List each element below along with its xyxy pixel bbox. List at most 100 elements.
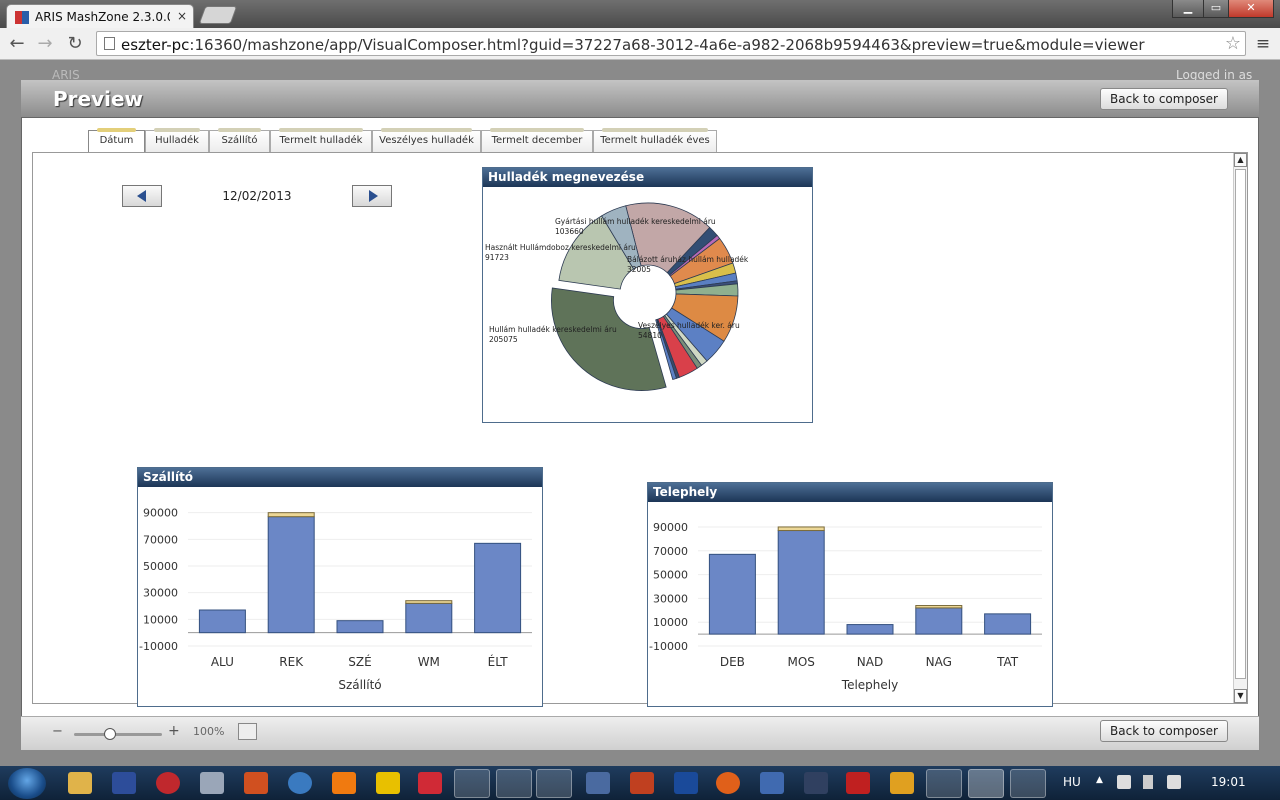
- tab-hulladek[interactable]: Hulladék: [145, 128, 209, 152]
- y-tick-label: 70000: [653, 545, 688, 558]
- ie-task[interactable]: [496, 769, 532, 798]
- tab-termelt-december[interactable]: Termelt december: [481, 128, 593, 152]
- bar[interactable]: [198, 609, 246, 634]
- y-tick-label: 50000: [143, 560, 178, 573]
- volume-icon[interactable]: [1143, 775, 1153, 789]
- bar-stack-segment[interactable]: [405, 600, 453, 604]
- y-tick-label: 10000: [143, 613, 178, 626]
- start-button[interactable]: [8, 768, 46, 799]
- bar-widget-telephely: Telephely 90000 70000 50000 30000 10000 -1000…: [647, 482, 1053, 707]
- x-tick-label: NAD: [857, 655, 883, 669]
- explorer-icon[interactable]: [68, 772, 92, 794]
- network-icon[interactable]: [1117, 775, 1131, 789]
- back-nav-icon[interactable]: ←: [6, 33, 28, 55]
- firefox-icon[interactable]: [716, 772, 740, 794]
- bar[interactable]: [267, 516, 315, 634]
- tab-termelt-hulladek-eves[interactable]: Termelt hulladék éves: [593, 128, 717, 152]
- pie-data-value: 103660: [555, 227, 584, 236]
- bar[interactable]: [708, 553, 756, 635]
- bar[interactable]: [846, 624, 894, 635]
- reload-icon[interactable]: ↻: [64, 33, 86, 55]
- close-window-button[interactable]: ✕: [1228, 0, 1274, 18]
- x-tick-label: TAT: [996, 655, 1019, 669]
- app-icon[interactable]: [244, 772, 268, 794]
- browser-tab[interactable]: ARIS MashZone 2.3.0.0.16 ×: [6, 4, 194, 30]
- app-icon[interactable]: [156, 772, 180, 794]
- vlc-icon[interactable]: [332, 772, 356, 794]
- tab-termelt-hulladek[interactable]: Termelt hulladék: [270, 128, 372, 152]
- media-icon[interactable]: [890, 772, 914, 794]
- app-icon[interactable]: [288, 772, 312, 794]
- zoom-out-icon[interactable]: −: [52, 724, 63, 739]
- pie-data-value: 32005: [627, 265, 651, 274]
- date-next-button[interactable]: [352, 185, 392, 207]
- tab-close-icon[interactable]: ×: [177, 9, 187, 23]
- tab-veszelyes-hulladek[interactable]: Veszélyes hulladék: [372, 128, 481, 152]
- forward-nav-icon[interactable]: →: [34, 33, 56, 55]
- app-task[interactable]: [1010, 769, 1046, 798]
- app-icon[interactable]: [804, 772, 828, 794]
- tab-datum[interactable]: Dátum: [88, 128, 145, 153]
- scroll-down-icon[interactable]: ▼: [1234, 689, 1247, 703]
- x-tick-label: MOS: [787, 655, 814, 669]
- fit-to-screen-icon[interactable]: [238, 723, 257, 740]
- bar[interactable]: [777, 530, 825, 635]
- app-icon[interactable]: [586, 772, 610, 794]
- minimize-button[interactable]: ▁: [1172, 0, 1204, 18]
- pdf-icon[interactable]: [846, 772, 870, 794]
- pie-data-label: Bálázott áruház hullám hulladék: [627, 255, 749, 264]
- app-icon[interactable]: [760, 772, 784, 794]
- browser-menu-icon[interactable]: ≡: [1254, 34, 1272, 54]
- back-to-composer-bottom-button[interactable]: Back to composer: [1100, 720, 1228, 742]
- language-indicator[interactable]: HU: [1063, 775, 1081, 789]
- excel-task[interactable]: [536, 769, 572, 798]
- zoom-in-icon[interactable]: +: [168, 723, 180, 739]
- arrow-right-icon: [369, 190, 378, 202]
- bar[interactable]: [915, 607, 963, 635]
- maximize-button[interactable]: ▭: [1203, 0, 1229, 18]
- y-tick-label: -10000: [139, 640, 178, 653]
- app-icon[interactable]: [418, 772, 442, 794]
- app-icon[interactable]: [112, 772, 136, 794]
- chrome-task[interactable]: [968, 769, 1004, 798]
- date-label: 12/02/2013: [222, 189, 292, 203]
- clock[interactable]: 19:01: [1211, 775, 1246, 789]
- bar-chart-szallito: 90000 70000 50000 30000 10000 -10000 ALU REK SZÉ…: [139, 507, 532, 692]
- app-icon[interactable]: [674, 772, 698, 794]
- arrow-left-icon: [137, 190, 146, 202]
- zoom-slider-handle[interactable]: [104, 728, 116, 740]
- scroll-thumb[interactable]: [1235, 169, 1246, 679]
- new-tab-button[interactable]: [198, 6, 238, 24]
- x-tick-label: NAG: [926, 655, 952, 669]
- x-tick-label: WM: [418, 655, 440, 669]
- word-task[interactable]: [454, 769, 490, 798]
- app-icon[interactable]: [376, 772, 400, 794]
- x-tick-label: ALU: [211, 655, 234, 669]
- bar-widget-title: Telephely: [648, 483, 1052, 502]
- app-icon[interactable]: [630, 772, 654, 794]
- bar[interactable]: [474, 542, 522, 634]
- y-tick-label: 10000: [653, 616, 688, 629]
- vertical-scrollbar[interactable]: ▲ ▼: [1233, 153, 1247, 703]
- bar[interactable]: [336, 620, 384, 634]
- tab-szallito[interactable]: Szállító: [209, 128, 270, 152]
- bar-stack-segment[interactable]: [267, 512, 315, 518]
- app-task[interactable]: [926, 769, 962, 798]
- back-to-composer-button[interactable]: Back to composer: [1100, 88, 1228, 110]
- bookmark-star-icon[interactable]: ☆: [1225, 33, 1241, 54]
- bar-stack-segment[interactable]: [915, 605, 963, 609]
- page-icon: [104, 37, 115, 50]
- address-bar[interactable]: eszter-pc:16360/mashzone/app/VisualCompo…: [96, 31, 1246, 56]
- app-icon[interactable]: [200, 772, 224, 794]
- date-prev-button[interactable]: [122, 185, 162, 207]
- zoom-slider-track[interactable]: [74, 733, 162, 736]
- tray-icon[interactable]: [1167, 775, 1181, 789]
- pie-chart: Gyártási hullám hulladék kereskedelmi ár…: [485, 202, 749, 391]
- bar[interactable]: [984, 613, 1032, 635]
- y-tick-label: -10000: [649, 640, 688, 653]
- scroll-up-icon[interactable]: ▲: [1234, 153, 1247, 167]
- tray-expand-icon[interactable]: ▲: [1096, 775, 1103, 785]
- bar-stack-segment[interactable]: [777, 526, 825, 532]
- bar-widget-szallito: Szállító 90000 70000 50000 30000 10000 -10000…: [137, 467, 543, 707]
- bar[interactable]: [405, 602, 453, 634]
